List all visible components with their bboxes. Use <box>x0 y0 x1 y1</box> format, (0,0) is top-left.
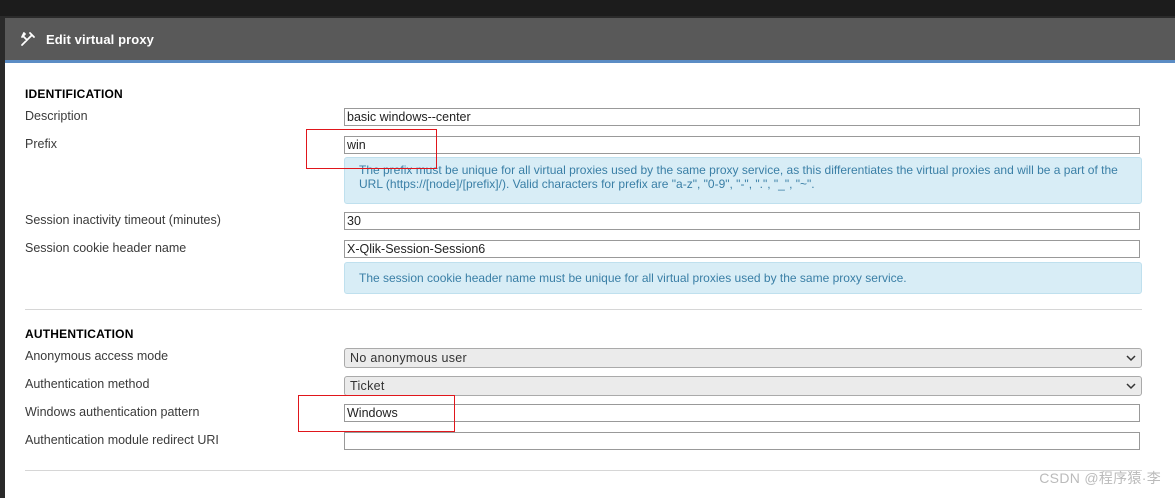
highlight-box-prefix <box>306 129 437 169</box>
auth-method-select[interactable]: Ticket <box>344 376 1142 396</box>
chevron-down-icon <box>1126 355 1136 362</box>
auth-method-value: Ticket <box>350 379 385 393</box>
form-panel: IDENTIFICATION Description Prefix The pr… <box>5 63 1175 498</box>
cookie-header-help-text: The session cookie header name must be u… <box>344 262 1142 294</box>
redirect-uri-label: Authentication module redirect URI <box>25 433 219 447</box>
anonymous-mode-select[interactable]: No anonymous user <box>344 348 1142 368</box>
redirect-uri-input[interactable] <box>344 432 1140 450</box>
highlight-box-windows-pattern <box>298 395 455 432</box>
anonymous-mode-label: Anonymous access mode <box>25 349 169 363</box>
window-top-strip <box>0 0 1175 16</box>
session-timeout-input[interactable] <box>344 212 1140 230</box>
windows-pattern-input[interactable] <box>344 404 1140 422</box>
watermark-text: CSDN @程序猿·李 <box>1039 470 1161 486</box>
session-timeout-label: Session inactivity timeout (minutes) <box>25 213 221 227</box>
cookie-header-input[interactable] <box>344 240 1140 258</box>
section-divider <box>25 309 1142 310</box>
cookie-header-label: Session cookie header name <box>25 241 187 255</box>
identification-heading: IDENTIFICATION <box>25 87 123 101</box>
anonymous-mode-value: No anonymous user <box>350 351 467 365</box>
windows-pattern-label: Windows authentication pattern <box>25 405 200 419</box>
dialog-title-bar: Edit virtual proxy <box>5 18 1175 60</box>
description-input[interactable] <box>344 108 1140 126</box>
edit-icon <box>21 32 35 46</box>
prefix-label: Prefix <box>25 137 57 151</box>
authentication-heading: AUTHENTICATION <box>25 327 134 341</box>
section-divider-bottom <box>25 470 1142 471</box>
description-label: Description <box>25 109 88 123</box>
chevron-down-icon <box>1126 383 1136 390</box>
prefix-help-text: The prefix must be unique for all virtua… <box>344 157 1142 204</box>
auth-method-label: Authentication method <box>25 377 150 391</box>
prefix-input[interactable] <box>344 136 1140 154</box>
dialog-title: Edit virtual proxy <box>46 31 154 47</box>
